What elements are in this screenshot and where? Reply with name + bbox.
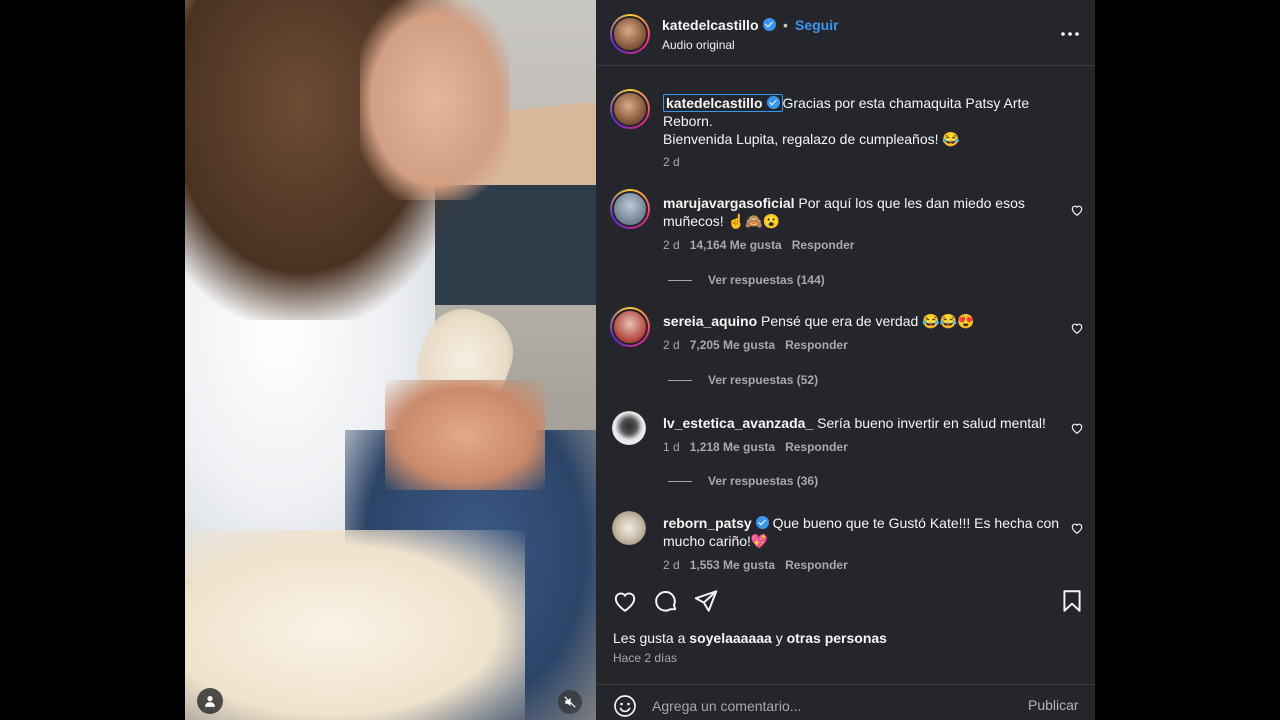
- commenter-username[interactable]: lv_estetica_avanzada_: [663, 415, 813, 431]
- reply-button[interactable]: Responder: [785, 440, 848, 454]
- comment-text: lv_estetica_avanzada_ Sería bueno invert…: [663, 414, 1063, 432]
- author-avatar[interactable]: [610, 14, 650, 54]
- commenter-avatar[interactable]: [610, 189, 650, 229]
- verified-badge-icon: [766, 96, 780, 109]
- commenter-username[interactable]: marujavargasoficial: [663, 195, 795, 211]
- comment-time: 2 d: [663, 338, 680, 352]
- comment-body: Pensé que era de verdad 😂😂😍: [761, 313, 975, 329]
- tagged-users-button[interactable]: [197, 688, 223, 714]
- comment-text: sereia_aquino Pensé que era de verdad 😂😂…: [663, 312, 1063, 330]
- author-username[interactable]: katedelcastillo: [662, 17, 776, 33]
- comment-likes[interactable]: 7,205 Me gusta: [690, 338, 775, 352]
- user-icon: [205, 696, 215, 707]
- caption-meta: 2 d: [663, 155, 690, 169]
- view-replies-button[interactable]: Ver respuestas (52): [668, 373, 818, 387]
- mute-button[interactable]: [558, 690, 582, 714]
- verified-badge-icon: [755, 516, 769, 529]
- comment-text: reborn_patsy Que bueno que te Gustó Kate…: [663, 514, 1063, 550]
- commenter-avatar[interactable]: [610, 307, 650, 347]
- reply-button[interactable]: Responder: [792, 238, 855, 252]
- caption-avatar[interactable]: [610, 89, 650, 129]
- likes-summary[interactable]: Les gusta a soyelaaaaaa y otras personas: [613, 630, 887, 646]
- publish-button[interactable]: Publicar: [1028, 697, 1079, 713]
- comment-time: 2 d: [663, 558, 680, 572]
- commenter-avatar[interactable]: [612, 411, 646, 445]
- post-viewer: katedelcastillo • Seguir Audio original …: [0, 0, 1280, 720]
- post-media[interactable]: [185, 0, 596, 720]
- caption-time: 2 d: [663, 155, 680, 169]
- comment-likes[interactable]: 14,164 Me gusta: [690, 238, 782, 252]
- post-header: katedelcastillo • Seguir Audio original: [596, 0, 1095, 66]
- emoji-icon[interactable]: [613, 694, 637, 718]
- post-actions: [596, 584, 1095, 620]
- commenter-avatar[interactable]: [612, 511, 646, 545]
- comment-likes[interactable]: 1,218 Me gusta: [690, 440, 775, 454]
- replies-line: [668, 380, 692, 382]
- reply-button[interactable]: Responder: [785, 558, 848, 572]
- audio-link[interactable]: Audio original: [662, 38, 735, 52]
- comment-meta: 2 d 14,164 Me gusta Responder: [663, 238, 864, 252]
- speaker-muted-icon: [564, 696, 576, 708]
- like-heart-icon[interactable]: [612, 588, 638, 614]
- commenter-username[interactable]: reborn_patsy: [663, 515, 769, 531]
- heart-icon[interactable]: [1070, 321, 1084, 335]
- bookmark-icon[interactable]: [1059, 588, 1085, 614]
- comment-meta: 1 d 1,218 Me gusta Responder: [663, 440, 858, 454]
- post-time: Hace 2 días: [613, 651, 678, 665]
- more-icon: [1061, 32, 1079, 36]
- comment-bubble-icon[interactable]: [653, 588, 679, 614]
- comment-meta: 2 d 1,553 Me gusta Responder: [663, 558, 858, 572]
- reply-button[interactable]: Responder: [785, 338, 848, 352]
- caption-line-2: Bienvenida Lupita, regalazo de cumpleaño…: [663, 131, 960, 147]
- comments-list[interactable]: katedelcastillo Gracias por esta chamaqui…: [596, 67, 1095, 572]
- comment-body: Sería bueno invertir en salud mental!: [817, 415, 1046, 431]
- follow-button[interactable]: Seguir: [795, 17, 839, 33]
- post-side-panel: katedelcastillo • Seguir Audio original …: [596, 0, 1095, 720]
- replies-line: [668, 280, 692, 282]
- comment-time: 2 d: [663, 238, 680, 252]
- comment-likes[interactable]: 1,553 Me gusta: [690, 558, 775, 572]
- heart-icon[interactable]: [1070, 203, 1084, 217]
- view-replies-button[interactable]: Ver respuestas (36): [668, 474, 818, 488]
- photo-hand: [385, 380, 545, 490]
- photo-blanket: [185, 530, 525, 720]
- separator-dot: •: [783, 17, 788, 33]
- comment-meta: 2 d 7,205 Me gusta Responder: [663, 338, 858, 352]
- commenter-username[interactable]: sereia_aquino: [663, 313, 757, 329]
- photo-face: [360, 0, 510, 200]
- caption-text: katedelcastillo Gracias por esta chamaqui…: [663, 94, 1063, 148]
- comment-input[interactable]: [652, 693, 1012, 719]
- comment-time: 1 d: [663, 440, 680, 454]
- share-send-icon[interactable]: [693, 588, 719, 614]
- comment-composer: Publicar: [596, 684, 1095, 720]
- comment-text: marujavargasoficial Por aquí los que les…: [663, 194, 1063, 230]
- caption-username[interactable]: katedelcastillo: [663, 94, 783, 112]
- more-options-button[interactable]: [1058, 24, 1082, 44]
- verified-badge-icon: [762, 18, 776, 31]
- replies-line: [668, 481, 692, 483]
- heart-icon[interactable]: [1070, 421, 1084, 435]
- heart-icon[interactable]: [1070, 521, 1084, 535]
- view-replies-button[interactable]: Ver respuestas (144): [668, 273, 825, 287]
